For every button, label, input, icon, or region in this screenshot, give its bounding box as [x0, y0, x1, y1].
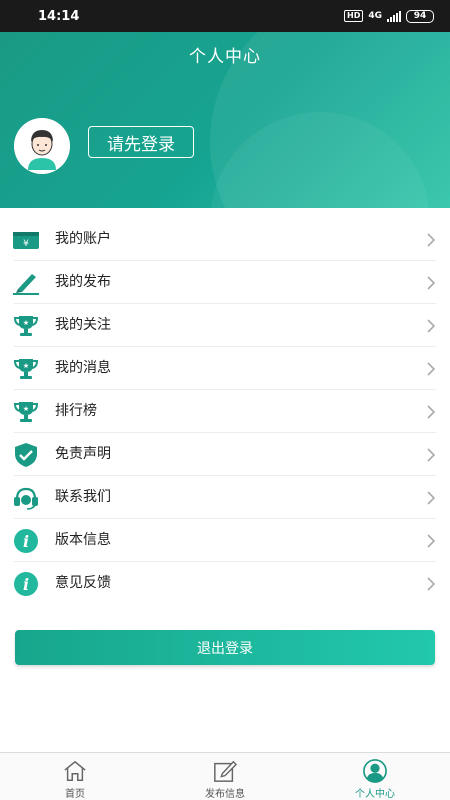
info-icon: i [13, 528, 39, 554]
svg-text:★: ★ [23, 362, 29, 370]
tab-home[interactable]: 首页 [0, 753, 150, 800]
chevron-right-icon [427, 233, 436, 247]
status-bar: 14:14 HD 4G 94 [0, 0, 450, 32]
shield-check-icon [13, 442, 39, 468]
svg-text:i: i [23, 575, 29, 594]
tab-profile[interactable]: 个人中心 [300, 753, 450, 800]
menu-item-disclaimer[interactable]: 免责声明 [0, 433, 450, 476]
battery-icon: 94 [406, 9, 434, 23]
info-icon: i [13, 571, 39, 597]
menu-item-version[interactable]: i 版本信息 [0, 519, 450, 562]
menu-item-label: 我的消息 [55, 360, 111, 376]
edit-icon [214, 760, 238, 782]
logout-button[interactable]: 退出登录 [15, 630, 435, 665]
status-indicators: HD 4G 94 [344, 9, 434, 23]
trophy-icon: ★ [13, 356, 39, 382]
chevron-right-icon [427, 491, 436, 505]
menu-item-label: 免责声明 [55, 446, 111, 462]
chevron-right-icon [427, 362, 436, 376]
chevron-right-icon [427, 448, 436, 462]
avatar-icon [14, 118, 70, 174]
page-title: 个人中心 [189, 47, 261, 67]
svg-text:i: i [23, 532, 29, 551]
menu-item-label: 排行榜 [55, 403, 97, 419]
menu-item-label: 意见反馈 [55, 575, 111, 591]
menu-item-account[interactable]: ¥ 我的账户 [0, 218, 450, 261]
menu-item-label: 版本信息 [55, 532, 111, 548]
trophy-icon: ★ [13, 399, 39, 425]
menu-item-ranking[interactable]: ★ 排行榜 [0, 390, 450, 433]
bottom-tab-bar: 首页 发布信息 个人中心 [0, 752, 450, 800]
tab-label: 首页 [65, 789, 85, 800]
svg-text:★: ★ [23, 319, 29, 327]
svg-text:¥: ¥ [23, 239, 29, 249]
hd-badge: HD [344, 10, 364, 22]
tab-publish[interactable]: 发布信息 [150, 753, 300, 800]
menu-item-follow[interactable]: ★ 我的关注 [0, 304, 450, 347]
menu-item-label: 联系我们 [55, 489, 111, 505]
avatar[interactable] [14, 118, 70, 174]
trophy-icon: ★ [13, 313, 39, 339]
wallet-icon: ¥ [13, 227, 39, 253]
signal-icon [387, 10, 401, 22]
menu-list: ¥ 我的账户 我的发布 ★ 我的关注 ★ 我的消息 ★ 排行榜 免责声明 联系我… [0, 218, 450, 605]
login-button[interactable]: 请先登录 [88, 126, 194, 158]
menu-item-label: 我的关注 [55, 317, 111, 333]
chevron-right-icon [427, 405, 436, 419]
tab-label: 个人中心 [355, 789, 395, 800]
status-time: 14:14 [38, 8, 80, 24]
profile-header: 个人中心 请先登录 [0, 32, 450, 208]
home-icon [64, 760, 86, 781]
menu-item-publish[interactable]: 我的发布 [0, 261, 450, 304]
network-type: 4G [368, 11, 382, 21]
chevron-right-icon [427, 276, 436, 290]
chevron-right-icon [427, 577, 436, 591]
menu-item-label: 我的发布 [55, 274, 111, 290]
chevron-right-icon [427, 319, 436, 333]
menu-item-contact[interactable]: 联系我们 [0, 476, 450, 519]
menu-item-messages[interactable]: ★ 我的消息 [0, 347, 450, 390]
tab-label: 发布信息 [205, 789, 245, 800]
pen-edit-icon [13, 270, 39, 296]
headset-icon [13, 485, 39, 511]
chevron-right-icon [427, 534, 436, 548]
svg-text:★: ★ [23, 405, 29, 413]
user-icon [363, 759, 387, 783]
menu-item-feedback[interactable]: i 意见反馈 [0, 562, 450, 605]
menu-item-label: 我的账户 [55, 231, 111, 247]
